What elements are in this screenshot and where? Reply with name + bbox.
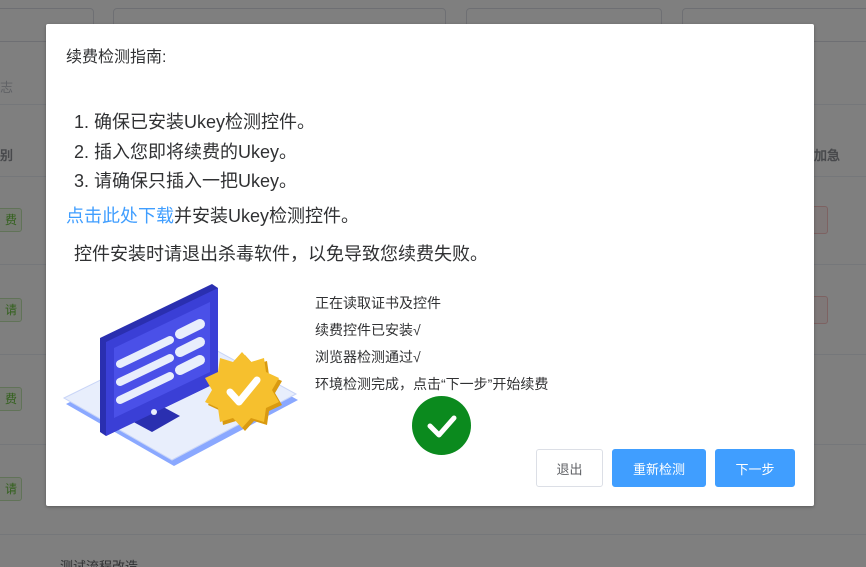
step-item: 3. 请确保只插入一把Ukey。 (74, 171, 298, 191)
antivirus-warning: 控件安装时请退出杀毒软件，以免导致您续费失败。 (74, 244, 488, 264)
retry-check-button[interactable]: 重新检测 (612, 449, 706, 487)
check-circle-icon (412, 396, 471, 455)
dialog-title: 续费检测指南: (66, 49, 167, 66)
download-line: 点击此处下载并安装Ukey检测控件。 (66, 202, 359, 228)
step-item: 1. 确保已安装Ukey检测控件。 (74, 112, 316, 132)
renewal-check-dialog: 续费检测指南: 1. 确保已安装Ukey检测控件。 2. 插入您即将续费的Uke… (46, 24, 814, 506)
download-suffix: 并安装Ukey检测控件。 (174, 206, 360, 226)
next-step-button[interactable]: 下一步 (715, 449, 795, 487)
step-item: 2. 插入您即将续费的Ukey。 (74, 141, 298, 162)
status-line: 浏览器检测通过√ (315, 349, 421, 365)
exit-button[interactable]: 退出 (536, 449, 603, 487)
steps-list: 1. 确保已安装Ukey检测控件。 2. 插入您即将续费的Ukey。 3. 请确… (74, 108, 315, 197)
status-line: 正在读取证书及控件 (315, 295, 441, 311)
status-line: 环境检测完成，点击“下一步”开始续费 (315, 376, 549, 392)
status-line: 续费控件已安装√ (315, 322, 421, 338)
monitor-certificate-icon (62, 284, 298, 466)
status-list: 正在读取证书及控件 续费控件已安装√ 浏览器检测通过√ 环境检测完成，点击“下一… (315, 290, 548, 398)
download-link[interactable]: 点击此处下载 (66, 206, 174, 226)
